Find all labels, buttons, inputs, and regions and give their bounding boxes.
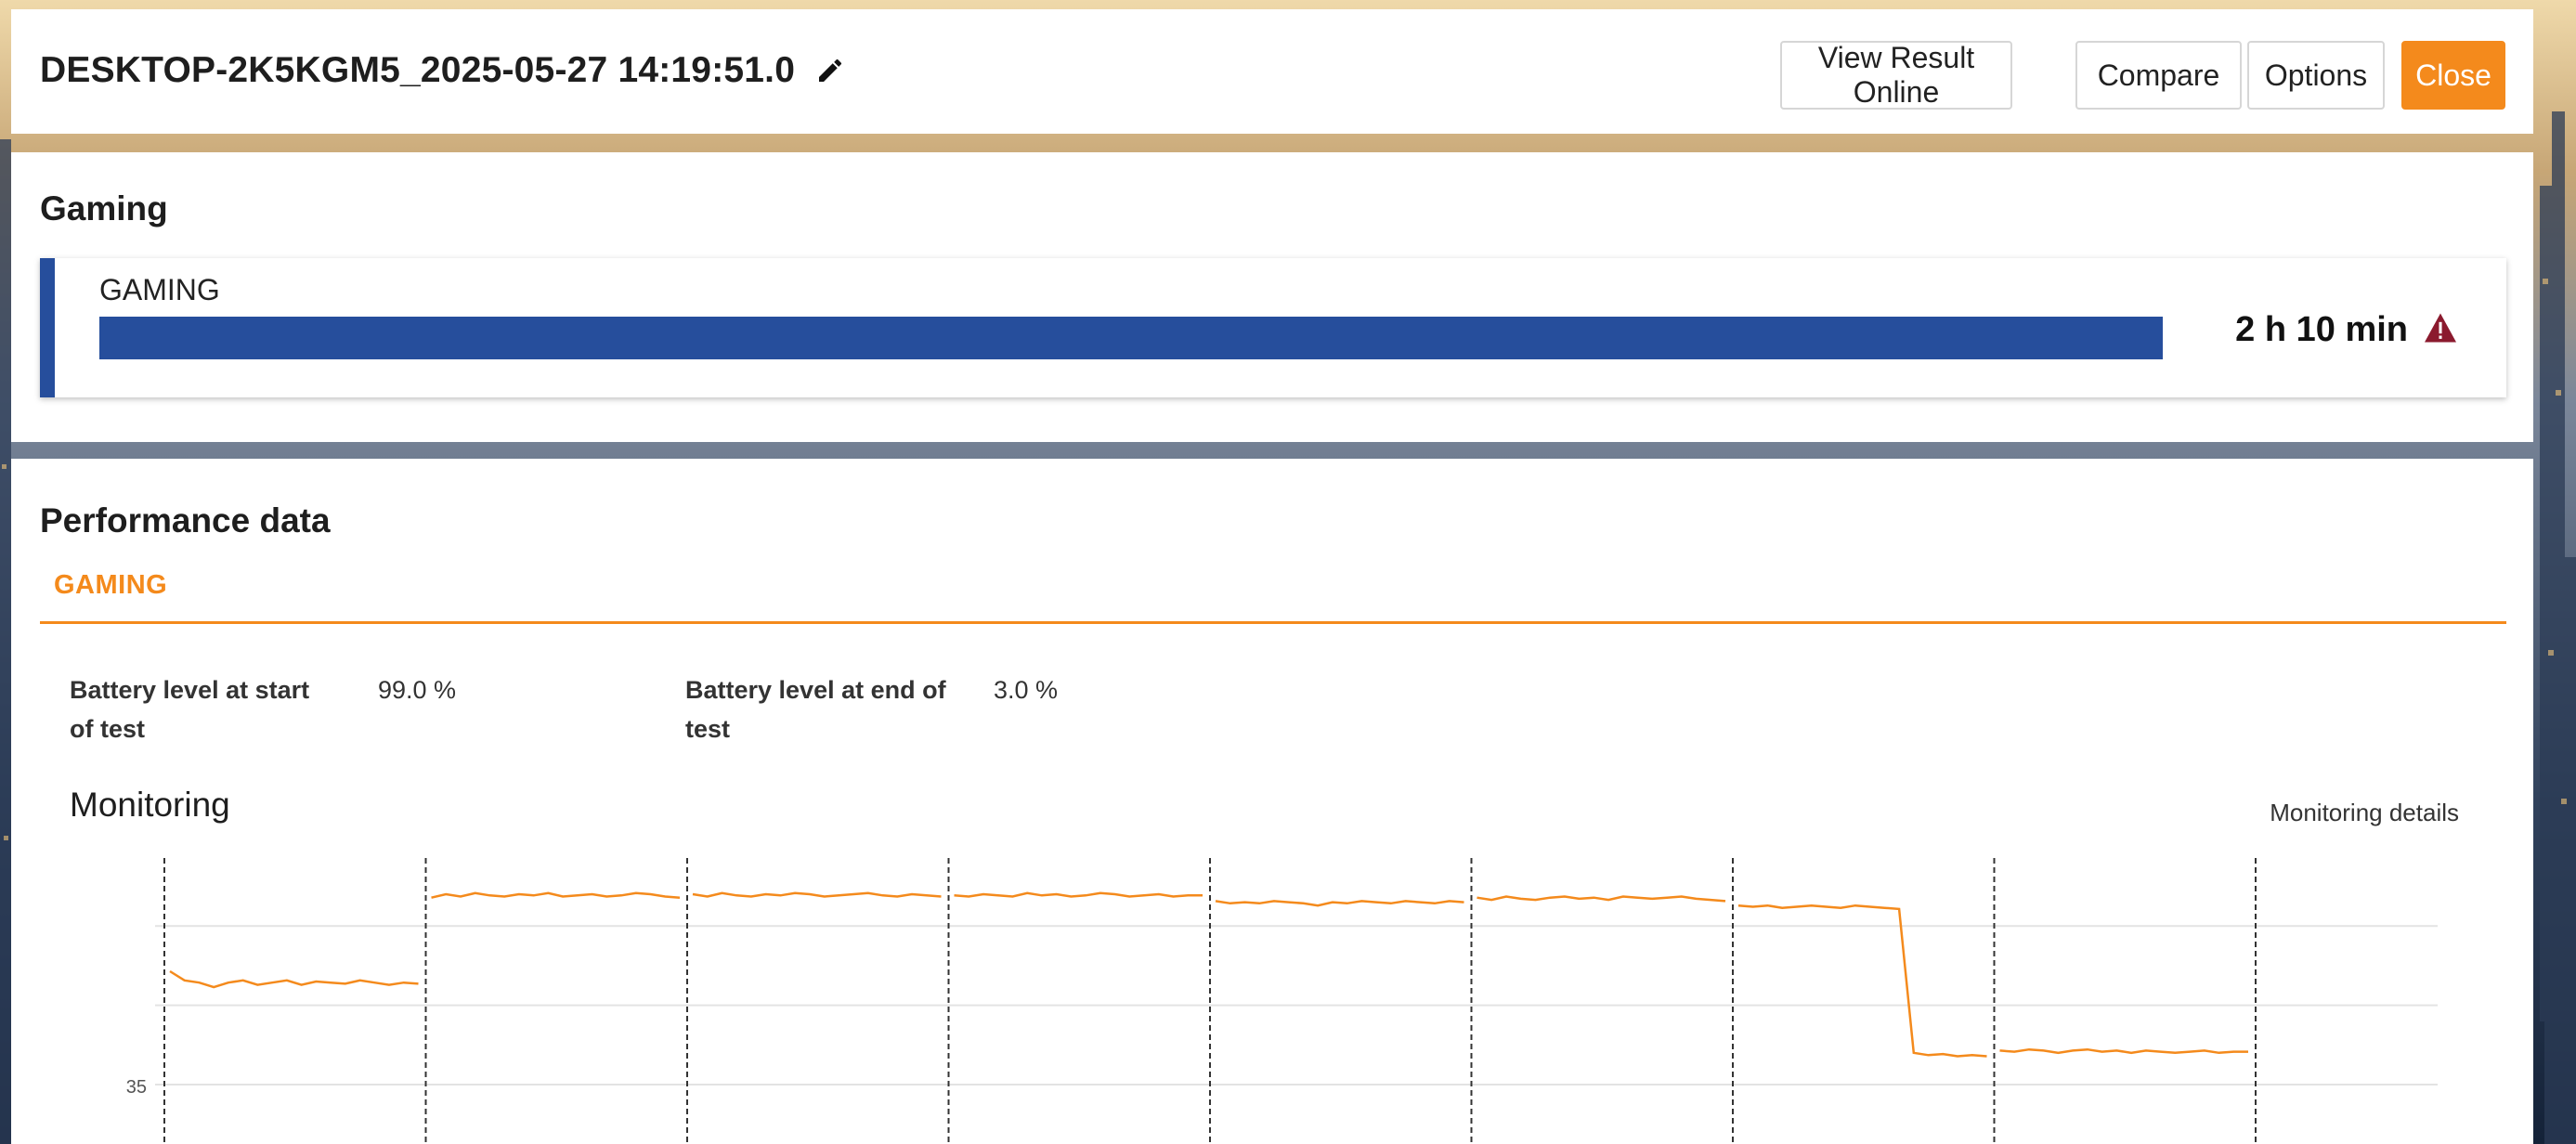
close-button[interactable]: Close <box>2401 41 2505 110</box>
series-line-segment-4 <box>954 891 1203 898</box>
monitoring-chart: 35 <box>126 858 2438 1144</box>
series-line-segment-2 <box>431 891 681 899</box>
performance-section-title: Performance data <box>40 501 331 540</box>
series-line-segment-1 <box>169 969 419 989</box>
battery-start-label: Battery level at start of test <box>70 676 310 743</box>
series-line-segment-8 <box>1999 1047 2248 1055</box>
gaming-section-title: Gaming <box>40 189 168 228</box>
y-tick-label: 35 <box>126 1077 147 1098</box>
series-line-segment-3 <box>692 891 942 898</box>
gaming-card-label: GAMING <box>99 273 220 306</box>
battery-end-value: 3.0 % <box>994 676 1059 704</box>
battery-end-label: Battery level at end of test <box>685 676 946 743</box>
monitoring-title: Monitoring <box>70 786 230 824</box>
tab-underline <box>40 621 2506 624</box>
series-line-segment-6 <box>1477 895 1726 903</box>
battery-life-bar-fill <box>99 317 2163 359</box>
battery-start-value: 99.0 % <box>378 676 457 704</box>
monitoring-details-link[interactable]: Monitoring details <box>2270 799 2459 827</box>
view-result-online-button[interactable]: View Result Online <box>1780 41 2012 110</box>
result-header-panel: DESKTOP-2K5KGM5_2025-05-27 14:19:51.0 Vi… <box>11 9 2533 134</box>
gaming-panel: Gaming GAMING 2 h 10 min <box>11 152 2533 442</box>
performance-panel: Performance data GAMING Battery level at… <box>11 459 2533 1144</box>
gaming-result-card[interactable]: GAMING 2 h 10 min <box>40 258 2506 397</box>
result-title: DESKTOP-2K5KGM5_2025-05-27 14:19:51.0 <box>40 50 796 90</box>
compare-button[interactable]: Compare <box>2075 41 2242 110</box>
gaming-result-value: 2 h 10 min <box>2235 310 2408 349</box>
options-button[interactable]: Options <box>2247 41 2385 110</box>
series-line-segment-7 <box>1737 904 1987 1058</box>
pencil-edit-icon[interactable] <box>815 56 845 85</box>
tab-gaming[interactable]: GAMING <box>54 570 167 601</box>
gaming-result: 2 h 10 min <box>2235 310 2458 350</box>
series-line-segment-5 <box>1215 900 1464 907</box>
title-row: DESKTOP-2K5KGM5_2025-05-27 14:19:51.0 <box>40 50 845 91</box>
warning-triangle-icon[interactable] <box>2423 312 2458 348</box>
battery-life-bar <box>99 317 2163 359</box>
